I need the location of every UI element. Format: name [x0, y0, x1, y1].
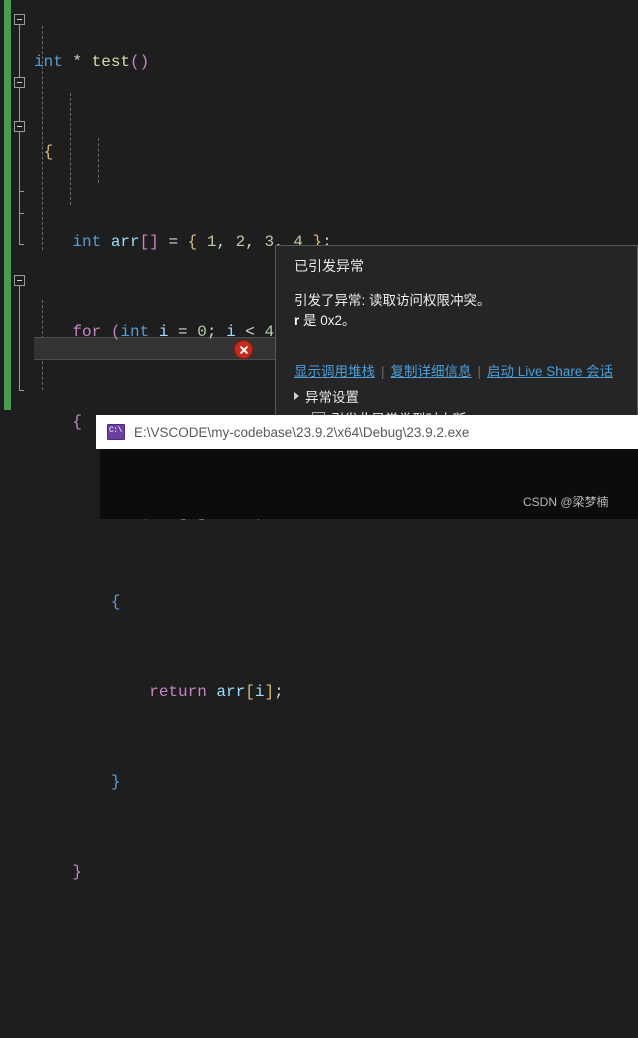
exception-settings-section[interactable]: 异常设置 [294, 386, 359, 406]
token-parens: () [130, 53, 150, 71]
token-keyword-return: return [149, 683, 207, 701]
token-keyword: int [72, 233, 102, 251]
exception-variable-value: 是 0x2。 [299, 313, 356, 328]
token-keyword: int [34, 53, 63, 71]
token-comma: , [245, 233, 265, 251]
fold-toggle-if-block[interactable] [14, 121, 25, 132]
fold-end-tick [19, 213, 24, 214]
token-brace: { [187, 233, 207, 251]
token-operator: = [158, 233, 188, 251]
code-line-7: { [34, 591, 638, 614]
fold-toggle-main-function[interactable] [14, 275, 25, 286]
token-number: 2 [235, 233, 246, 251]
fold-guide-line [19, 286, 20, 390]
fold-end-tick [19, 191, 24, 192]
token-variable: i [226, 323, 236, 341]
copy-details-link[interactable]: 复制详细信息 [391, 364, 472, 379]
token-keyword-for: for [72, 323, 102, 341]
code-line-2: { [34, 141, 638, 164]
exception-message-line2: r 是 0x2。 [294, 311, 634, 331]
token-number: 3 [264, 233, 275, 251]
token-brace: { [43, 143, 54, 161]
token-operator: < [235, 323, 265, 341]
start-live-share-link[interactable]: 启动 Live Share 会话 [487, 364, 613, 379]
exception-thrown-popup[interactable]: 已引发异常 引发了异常: 读取访问权限冲突。 r 是 0x2。 显示调用堆栈 | 复… [275, 245, 638, 420]
token-paren: ( [101, 323, 121, 341]
token-operator: = [168, 323, 198, 341]
token-semicolon: ; [274, 683, 284, 701]
fold-end-tick [19, 244, 24, 245]
token-brace: } [72, 863, 83, 881]
token-keyword: int [120, 323, 150, 341]
token-operator: * [62, 53, 92, 71]
token-brackets: [] [139, 233, 159, 251]
token-comma: , [216, 233, 236, 251]
code-line-9: } [34, 771, 638, 794]
fold-toggle-for-loop[interactable] [14, 77, 25, 88]
token-bracket: ] [264, 683, 275, 701]
code-text[interactable]: int * test() { int arr[] = { 1, 2, 3, 4 … [34, 6, 638, 1038]
exception-message: 引发了异常: 读取访问权限冲突。 r 是 0x2。 [294, 291, 634, 331]
token-number: 0 [197, 323, 207, 341]
console-title-path: E:\VSCODE\my-codebase\23.9.2\x64\Debug\2… [134, 424, 470, 440]
token-variable: arr [110, 233, 140, 251]
token-brace: } [110, 773, 121, 791]
code-line-8: return arr[i]; [34, 681, 638, 704]
token-variable: i [254, 683, 265, 701]
console-left-edge [96, 449, 100, 519]
fold-guide-line [19, 25, 20, 77]
link-separator: | [477, 364, 482, 379]
csdn-watermark: CSDN @梁梦楠 [523, 495, 609, 509]
fold-end-tick [19, 390, 24, 391]
chevron-down-icon[interactable] [294, 392, 299, 400]
exception-message-line1: 引发了异常: 读取访问权限冲突。 [294, 293, 491, 308]
fold-guide-line [19, 88, 20, 121]
fold-guide-line [19, 132, 20, 244]
exception-popup-title: 已引发异常 [294, 258, 364, 274]
fold-toggle-test-function[interactable] [14, 14, 25, 25]
exception-action-links[interactable]: 显示调用堆栈 | 复制详细信息 | 启动 Live Share 会话 [294, 360, 613, 380]
token-brace: { [110, 593, 121, 611]
token-bracket: [ [245, 683, 255, 701]
token-function-name: test [91, 53, 131, 71]
exception-settings-label: 异常设置 [305, 390, 359, 405]
code-line-10: } [34, 861, 638, 884]
console-title-bar[interactable]: E:\VSCODE\my-codebase\23.9.2\x64\Debug\2… [96, 415, 638, 449]
code-line-1: int * test() [34, 51, 638, 74]
token-variable: i [149, 323, 169, 341]
show-call-stack-link[interactable]: 显示调用堆栈 [294, 364, 375, 379]
token-brace: { [72, 413, 83, 431]
console-app-icon [107, 424, 125, 440]
token-number: 4 [264, 323, 275, 341]
folding-margin[interactable] [0, 0, 34, 410]
token-semicolon: ; [206, 323, 227, 341]
token-variable: arr [206, 683, 246, 701]
link-separator: | [381, 364, 385, 379]
